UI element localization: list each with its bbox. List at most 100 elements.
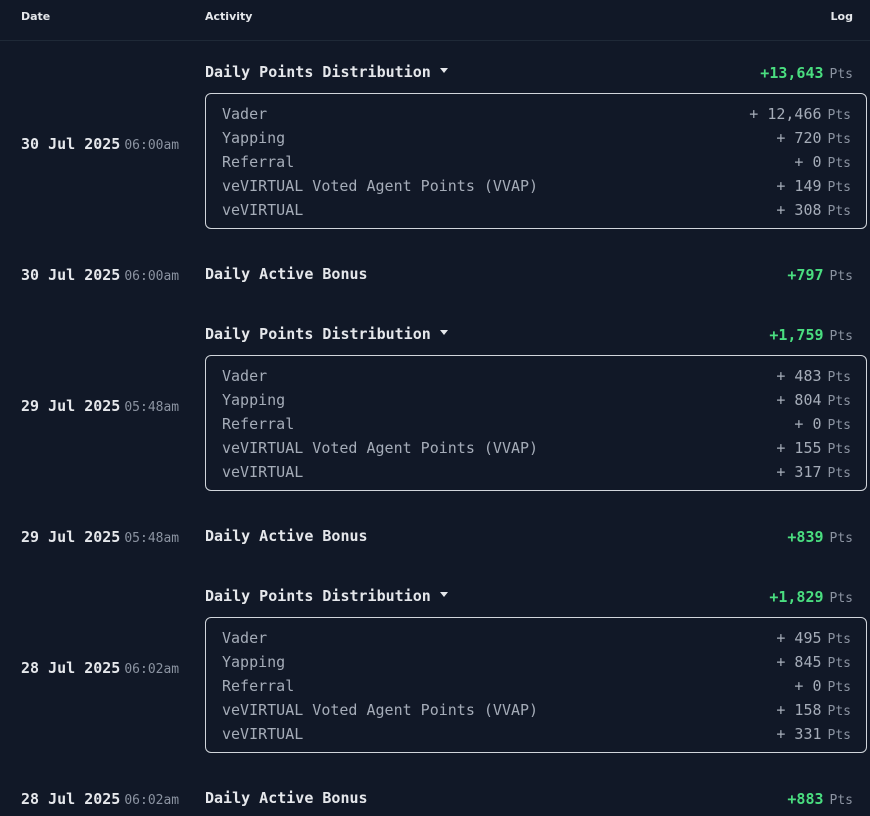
date-text: 28 Jul 2025 [21, 790, 121, 808]
chevron-down-icon [439, 68, 448, 73]
breakdown-label: Vader [222, 629, 268, 647]
breakdown-label: veVIRTUAL Voted Agent Points (VVAP) [222, 701, 539, 719]
pts-unit: Pts [829, 591, 853, 606]
total-value: +1,829 [769, 588, 824, 606]
breakdown-box: Vader + 12,466 Pts Yapping + 720 Pts Referra… [205, 93, 867, 229]
date-text: 30 Jul 2025 [21, 266, 121, 284]
date-text: 29 Jul 2025 [21, 528, 121, 546]
entry-total: +883 Pts [787, 789, 853, 808]
breakdown-row: veVIRTUAL + 317 Pts [222, 460, 851, 484]
entry-total: +13,643 Pts [760, 63, 853, 82]
breakdown-row: Yapping + 720 Pts [222, 126, 851, 150]
breakdown-label: Vader [222, 367, 268, 385]
time-text: 06:00am [124, 269, 180, 284]
pts-unit: Pts [827, 156, 851, 171]
breakdown-label: Referral [222, 677, 295, 695]
total-value: +13,643 [760, 64, 824, 82]
pts-unit: Pts [827, 442, 851, 457]
breakdown-amount: + 12,466 [749, 105, 822, 123]
entry-total: +1,829 Pts [769, 587, 853, 606]
activity-title: Daily Points Distribution [205, 325, 431, 343]
breakdown-row: Referral + 0 Pts [222, 412, 851, 436]
breakdown-amount: + 0 [794, 415, 822, 433]
entry-date: 28 Jul 2025 06:02am [21, 658, 179, 677]
breakdown-row: Referral + 0 Pts [222, 150, 851, 174]
pts-unit: Pts [829, 531, 853, 546]
breakdown-amount: + 0 [794, 677, 822, 695]
column-header-log: Log [830, 10, 853, 23]
breakdown-label: Yapping [222, 391, 286, 409]
pts-unit: Pts [827, 704, 851, 719]
column-header-date: Date [21, 10, 51, 23]
activity-title: Daily Active Bonus [205, 265, 368, 283]
total-value: +883 [787, 790, 824, 808]
breakdown-row: Vader + 12,466 Pts [222, 102, 851, 126]
pts-unit: Pts [827, 656, 851, 671]
breakdown-label: Yapping [222, 129, 286, 147]
pts-unit: Pts [827, 394, 851, 409]
pts-unit: Pts [829, 269, 853, 284]
breakdown-amount: + 308 [776, 201, 822, 219]
activity-title-dropdown[interactable]: Daily Points Distribution [205, 587, 448, 605]
breakdown-label: veVIRTUAL [222, 201, 304, 219]
pts-unit: Pts [827, 728, 851, 743]
time-text: 06:00am [124, 138, 180, 153]
pts-unit: Pts [827, 108, 851, 123]
activity-title-dropdown[interactable]: Daily Points Distribution [205, 325, 448, 343]
breakdown-row: Vader + 483 Pts [222, 364, 851, 388]
date-text: 30 Jul 2025 [21, 135, 121, 153]
breakdown-amount: + 483 [776, 367, 822, 385]
pts-unit: Pts [827, 632, 851, 647]
pts-unit: Pts [827, 204, 851, 219]
pts-unit: Pts [827, 680, 851, 695]
entry-date: 29 Jul 2025 05:48am [21, 396, 179, 415]
breakdown-label: veVIRTUAL [222, 725, 304, 743]
total-value: +1,759 [769, 326, 824, 344]
breakdown-amount: + 845 [776, 653, 822, 671]
column-header-activity: Activity [205, 10, 253, 23]
chevron-down-icon [439, 330, 448, 335]
breakdown-amount: + 0 [794, 153, 822, 171]
time-text: 05:48am [124, 531, 180, 546]
breakdown-amount: + 155 [776, 439, 822, 457]
breakdown-label: Vader [222, 105, 268, 123]
breakdown-row: Yapping + 845 Pts [222, 650, 851, 674]
breakdown-row: veVIRTUAL Voted Agent Points (VVAP) + 149… [222, 174, 851, 198]
total-value: +839 [787, 528, 824, 546]
breakdown-row: Referral + 0 Pts [222, 674, 851, 698]
breakdown-row: veVIRTUAL Voted Agent Points (VVAP) + 158… [222, 698, 851, 722]
activity-title: Daily Active Bonus [205, 789, 368, 807]
breakdown-row: veVIRTUAL Voted Agent Points (VVAP) + 155… [222, 436, 851, 460]
date-text: 28 Jul 2025 [21, 659, 121, 677]
chevron-down-icon [439, 592, 448, 597]
breakdown-amount: + 158 [776, 701, 822, 719]
entry-total: +1,759 Pts [769, 325, 853, 344]
breakdown-row: Vader + 495 Pts [222, 626, 851, 650]
entry-total: +839 Pts [787, 527, 853, 546]
entry-total: +797 Pts [787, 265, 853, 284]
pts-unit: Pts [827, 180, 851, 195]
breakdown-label: veVIRTUAL Voted Agent Points (VVAP) [222, 439, 539, 457]
breakdown-label: veVIRTUAL Voted Agent Points (VVAP) [222, 177, 539, 195]
breakdown-amount: + 495 [776, 629, 822, 647]
pts-unit: Pts [827, 132, 851, 147]
breakdown-box: Vader + 495 Pts Yapping + 845 Pts Referral + … [205, 617, 867, 753]
time-text: 06:02am [124, 793, 180, 808]
breakdown-box: Vader + 483 Pts Yapping + 804 Pts Referral + … [205, 355, 867, 491]
breakdown-label: veVIRTUAL [222, 463, 304, 481]
breakdown-label: Referral [222, 415, 295, 433]
breakdown-amount: + 149 [776, 177, 822, 195]
pts-unit: Pts [827, 466, 851, 481]
pts-unit: Pts [829, 67, 853, 82]
breakdown-amount: + 720 [776, 129, 822, 147]
activity-title-dropdown[interactable]: Daily Points Distribution [205, 63, 448, 81]
activity-title: Daily Points Distribution [205, 587, 431, 605]
breakdown-row: Yapping + 804 Pts [222, 388, 851, 412]
pts-unit: Pts [827, 418, 851, 433]
entry-date: 28 Jul 2025 06:02am [21, 789, 179, 808]
breakdown-label: Yapping [222, 653, 286, 671]
date-text: 29 Jul 2025 [21, 397, 121, 415]
breakdown-row: veVIRTUAL + 331 Pts [222, 722, 851, 746]
breakdown-row: veVIRTUAL + 308 Pts [222, 198, 851, 222]
breakdown-label: Referral [222, 153, 295, 171]
